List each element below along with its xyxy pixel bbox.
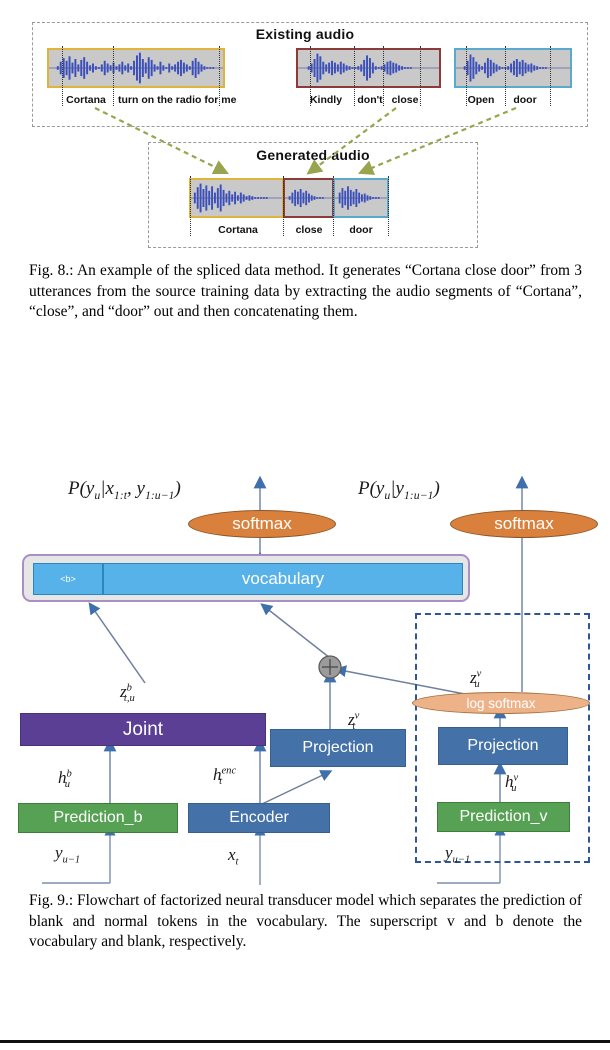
clip-label-door: door — [513, 94, 537, 106]
x-t-label: xt — [228, 845, 239, 868]
projection-middle-node[interactable]: Projection — [270, 729, 406, 767]
figure-8: Existing audio Cortana turn on the radio… — [0, 0, 610, 255]
h-b-label: hbu — [58, 768, 72, 791]
prediction-b-node[interactable]: Prediction_b — [18, 803, 178, 833]
tick-mark — [550, 46, 551, 106]
vocabulary-container: <b> vocabulary — [22, 554, 470, 602]
prediction-v-node[interactable]: Prediction_v — [437, 802, 570, 832]
log-softmax-node[interactable]: log softmax — [412, 692, 590, 714]
waveform-svg — [456, 54, 570, 82]
tick-mark — [388, 176, 389, 236]
generated-label-door: door — [349, 224, 373, 236]
clip-label-close: close — [391, 94, 419, 106]
vocabulary-main-cell[interactable]: vocabulary — [103, 563, 463, 595]
page-bottom-rule — [0, 1040, 610, 1043]
generated-label-close: close — [295, 224, 323, 236]
joint-node[interactable]: Joint — [20, 713, 266, 746]
figure-8-caption: Fig. 8.: An example of the spliced data … — [29, 262, 582, 320]
waveform-svg — [335, 186, 387, 210]
clip-label-phrase: turn on the radio for me — [118, 94, 237, 106]
z-vu-label: zvu — [470, 668, 482, 691]
softmax-right-node[interactable]: softmax — [450, 510, 598, 538]
existing-audio-title: Existing audio — [255, 26, 355, 42]
waveform-clip-open — [454, 48, 572, 88]
clip-label-cortana: Cortana — [66, 94, 106, 106]
tick-mark — [190, 176, 191, 236]
clip-label-dont: don't — [357, 94, 383, 106]
waveform-svg — [49, 52, 223, 84]
clip-label-open: Open — [467, 94, 495, 106]
vocabulary-cells: <b> vocabulary — [33, 563, 463, 595]
generated-segment-close — [283, 178, 334, 218]
waveform-svg — [191, 183, 282, 213]
prob-label-left: P(yu|x1:t, y1:u−1) — [68, 478, 181, 502]
waveform-svg — [285, 189, 332, 207]
h-enc-label: henct — [213, 765, 237, 788]
generated-label-cortana: Cortana — [218, 224, 258, 236]
tick-mark — [333, 176, 334, 236]
vocabulary-blank-cell[interactable]: <b> — [33, 563, 103, 595]
generated-segment-cortana — [189, 178, 284, 218]
h-v-label: hvu — [505, 772, 519, 795]
generated-segment-door — [333, 178, 389, 218]
paper-figure-page: Existing audio Cortana turn on the radio… — [0, 0, 610, 1050]
clip-label-kindly: Kindly — [309, 94, 343, 106]
figure-9: P(yu|x1:t, y1:u−1) P(yu|y1:u−1) softmax … — [0, 430, 610, 885]
generated-audio-title: Generated audio — [256, 147, 370, 163]
prob-label-right: P(yu|y1:u−1) — [358, 478, 440, 502]
y-prev-left-label: yu−1 — [55, 843, 81, 866]
softmax-left-node[interactable]: softmax — [188, 510, 336, 538]
z-blank-label: zbt,u — [120, 682, 135, 705]
waveform-clip-cortana — [47, 48, 225, 88]
waveform-svg — [298, 53, 439, 83]
encoder-node[interactable]: Encoder — [188, 803, 330, 833]
figure-9-caption: Fig. 9.: Flowchart of factorized neural … — [29, 892, 582, 950]
projection-right-node[interactable]: Projection — [438, 727, 568, 765]
tick-mark — [283, 176, 284, 236]
y-prev-right-label: yu−1 — [445, 843, 471, 866]
